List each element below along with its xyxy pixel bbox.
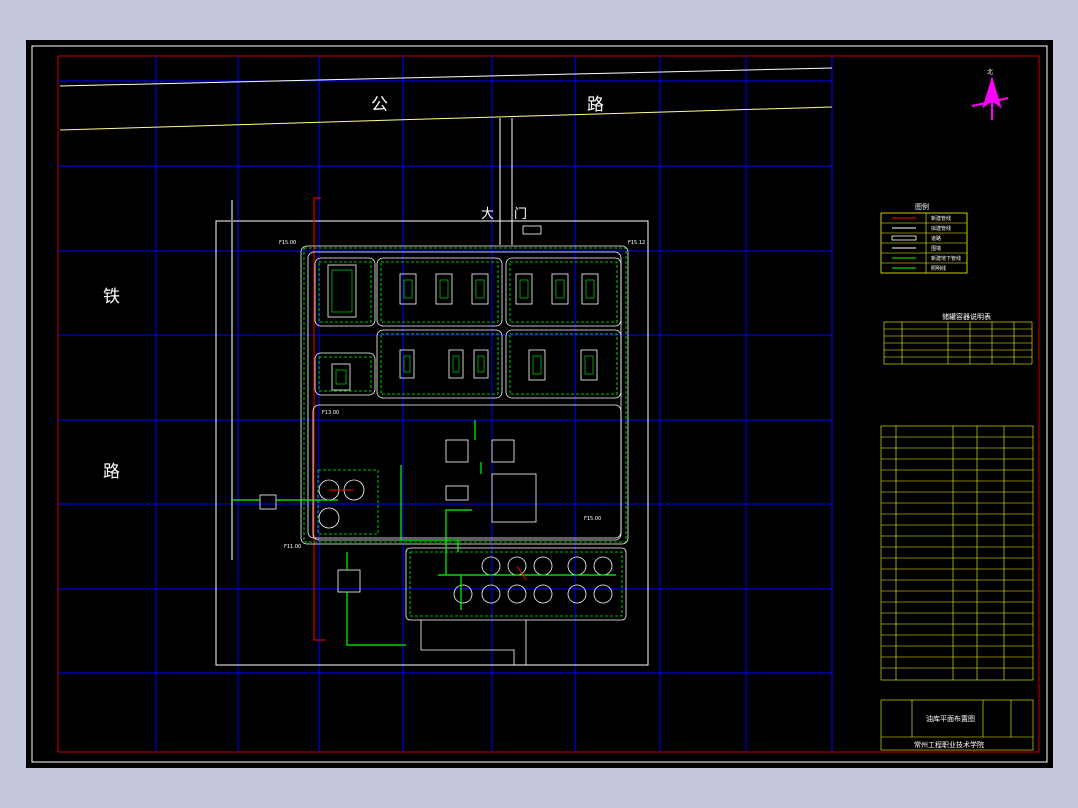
grid <box>58 56 833 752</box>
elev-label-5: F11.00 <box>284 544 301 550</box>
outer-frame <box>31 45 1048 763</box>
elev-label-2: F15.12 <box>628 240 645 246</box>
circular-tanks <box>318 479 613 604</box>
table1 <box>883 321 1033 365</box>
legend-item-4: 围墙 <box>931 245 941 252</box>
railway-label-bottom: 路 <box>103 462 120 482</box>
highway-label-left: 公 <box>371 95 388 115</box>
legend <box>880 212 968 274</box>
cad-canvas: 公 路 铁 路 大 门 F15.00 F15.12 F13.00 F15.00 … <box>26 40 1053 768</box>
entrance-road <box>499 118 513 245</box>
site-roads <box>300 245 629 621</box>
highway-label-right: 路 <box>587 95 604 115</box>
table2 <box>880 425 1034 681</box>
legend-title: 图例 <box>915 202 929 211</box>
elev-label-3: F13.00 <box>322 410 339 416</box>
elev-label-4: F15.00 <box>584 516 601 522</box>
gate-label-right: 门 <box>514 207 527 222</box>
legend-item-1: 新建管线 <box>931 215 951 222</box>
pipelines <box>232 420 616 646</box>
elev-label-1: F15.00 <box>279 240 296 246</box>
gate-label-left: 大 <box>481 207 494 222</box>
legend-item-3: 道路 <box>931 235 941 242</box>
drawing-svg: 公 路 铁 路 大 门 F15.00 F15.12 F13.00 F15.00 … <box>31 45 1048 763</box>
north-label: 北 <box>987 68 993 76</box>
title-block-title: 油库平面布置图 <box>926 714 975 723</box>
legend-item-5: 新建地下管线 <box>931 255 961 262</box>
site-boundary <box>215 220 649 666</box>
highway <box>59 67 833 131</box>
legend-item-2: 拟建管线 <box>931 225 951 232</box>
legend-item-6: 照明线 <box>931 265 946 272</box>
railway-label-top: 铁 <box>103 287 120 307</box>
title-block-school: 常州工程职业技术学院 <box>914 740 984 749</box>
tanks <box>259 264 599 593</box>
table1-title: 储罐容器说明表 <box>942 312 991 321</box>
north-arrow <box>971 76 1009 120</box>
inner-frame <box>57 55 1040 753</box>
